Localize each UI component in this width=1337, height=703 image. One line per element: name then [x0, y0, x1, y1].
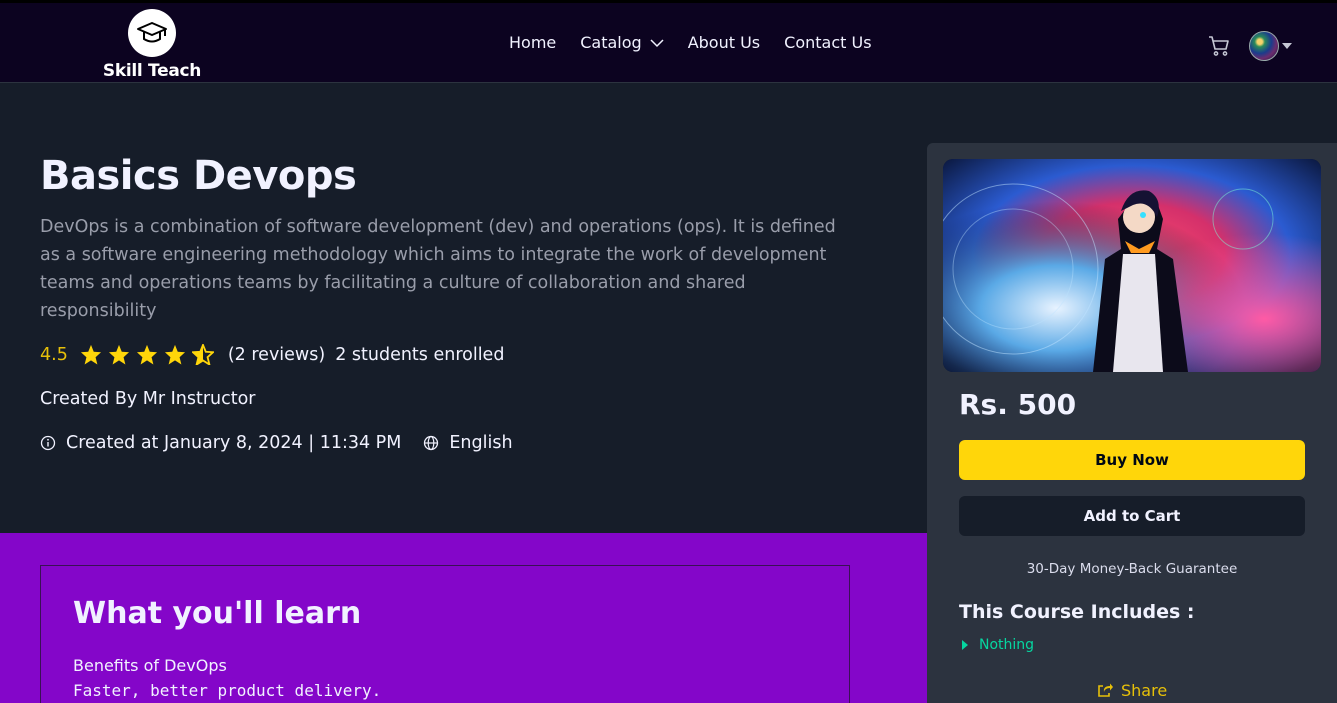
course-thumbnail [943, 159, 1321, 372]
course-hero: Basics Devops DevOps is a combination of… [0, 83, 928, 533]
brand-name: Skill Teach [102, 61, 202, 81]
language-text: English [449, 433, 513, 453]
course-card: Rs. 500 Buy Now Add to Cart 30-Day Money… [927, 143, 1337, 703]
globe-icon [424, 435, 439, 451]
learn-item: Benefits of DevOps [73, 656, 227, 675]
nav-about-label: About Us [687, 33, 761, 52]
cart-icon[interactable] [1207, 34, 1231, 58]
nav-about[interactable]: About Us [688, 33, 760, 52]
learn-section: What you'll learn Benefits of DevOps Fas… [0, 533, 928, 703]
rating-value: 4.5 [40, 344, 68, 365]
review-count: (2 reviews) [227, 344, 326, 365]
course-price: Rs. 500 [959, 388, 1077, 421]
share-button[interactable]: Share [1097, 681, 1167, 700]
course-description: DevOps is a combination of software deve… [40, 217, 836, 321]
nav-catalog-label: Catalog [580, 33, 642, 52]
star-icon [164, 344, 185, 365]
nav-contact[interactable]: Contact Us [784, 33, 871, 52]
learn-box: What you'll learn Benefits of DevOps Fas… [40, 565, 850, 703]
learn-title: What you'll learn [73, 596, 362, 631]
money-back-guarantee: 30-Day Money-Back Guarantee [1026, 561, 1238, 577]
chevron-down-icon [650, 38, 664, 47]
star-rating [80, 344, 214, 365]
caret-right-icon [962, 640, 968, 650]
graduation-cap-icon [128, 9, 176, 57]
created-at-text: Created at January 8, 2024 | 11:34 PM [66, 433, 402, 453]
profile-dropdown[interactable] [1249, 31, 1293, 61]
star-icon [80, 344, 101, 365]
info-icon [40, 435, 56, 451]
includes-title: This Course Includes : [959, 601, 1195, 623]
share-label: Share [1121, 681, 1168, 700]
nav-home-label: Home [509, 33, 557, 52]
share-icon [1098, 683, 1113, 697]
avatar [1249, 31, 1279, 61]
star-icon [136, 344, 157, 365]
language: English [423, 433, 513, 453]
buy-now-button[interactable]: Buy Now [959, 440, 1305, 480]
nav-right [1207, 31, 1293, 61]
learn-item: Faster, better product delivery. [73, 681, 382, 700]
enrolled-count: 2 students enrolled [335, 344, 505, 365]
includes-item: Nothing [961, 637, 1034, 653]
created-at: Created at January 8, 2024 | 11:34 PM [40, 433, 401, 453]
logo[interactable]: Skill Teach [98, 7, 206, 83]
nav-contact-label: Contact Us [784, 33, 872, 52]
course-meta: Created at January 8, 2024 | 11:34 PM En… [40, 433, 513, 453]
star-half-icon [191, 344, 214, 365]
nav-home[interactable]: Home [509, 33, 556, 52]
course-title: Basics Devops [40, 153, 357, 199]
star-icon [108, 344, 129, 365]
caret-down-icon [1282, 43, 1292, 49]
nav-links: Home Catalog About Us Contact Us [509, 33, 872, 52]
rating-row: 4.5 (2 reviews) 2 students enrolled [40, 344, 504, 365]
navbar: Skill Teach Home Catalog About Us Contac… [0, 0, 1337, 83]
includes-item-label: Nothing [979, 637, 1035, 653]
nav-catalog[interactable]: Catalog [580, 33, 664, 52]
add-to-cart-button[interactable]: Add to Cart [959, 496, 1305, 536]
created-by: Created By Mr Instructor [40, 389, 256, 409]
